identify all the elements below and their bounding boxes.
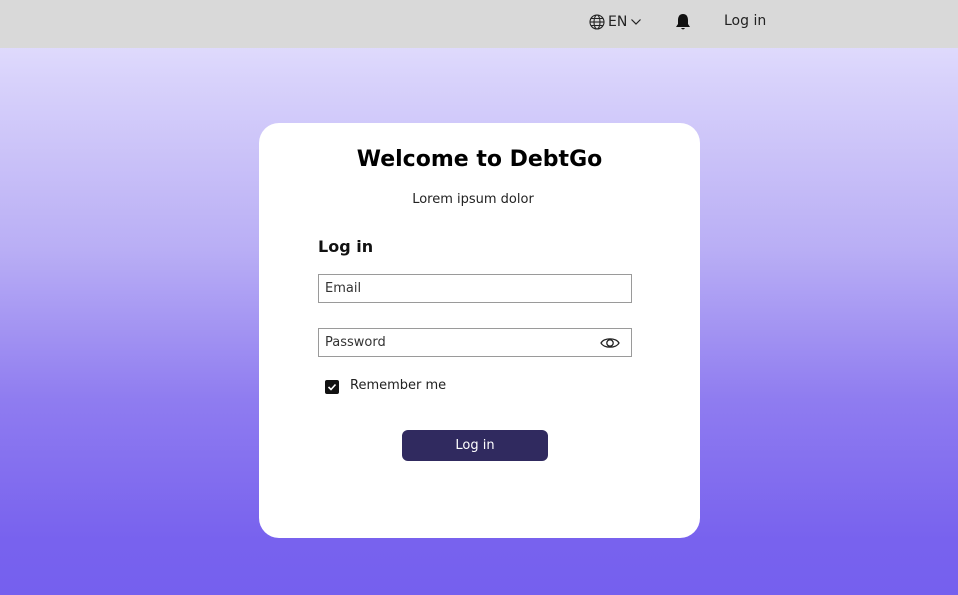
checkmark-icon <box>327 383 337 391</box>
page-title: Welcome to DebtGo <box>356 147 603 172</box>
subtitle: Lorem ipsum dolor <box>412 192 534 207</box>
email-field-wrapper <box>318 274 632 303</box>
remember-me-label: Remember me <box>350 377 447 393</box>
email-field[interactable] <box>319 275 631 302</box>
remember-me-checkbox[interactable] <box>325 380 339 394</box>
bell-icon[interactable] <box>673 12 693 32</box>
header-login-link[interactable]: Log in <box>724 13 766 29</box>
login-card: Welcome to DebtGo Lorem ipsum dolor Log … <box>259 123 700 538</box>
language-label: EN <box>608 14 628 30</box>
remember-me[interactable]: Remember me <box>325 376 446 394</box>
language-selector[interactable]: EN <box>589 12 642 32</box>
chevron-down-icon <box>631 19 642 25</box>
login-button[interactable]: Log in <box>402 430 548 461</box>
top-bar: EN Log in <box>0 0 958 48</box>
password-field-wrapper <box>318 328 632 357</box>
login-section-title: Log in <box>318 237 374 256</box>
show-password-icon[interactable] <box>600 335 620 351</box>
password-field[interactable] <box>319 329 631 356</box>
globe-icon <box>589 14 605 30</box>
